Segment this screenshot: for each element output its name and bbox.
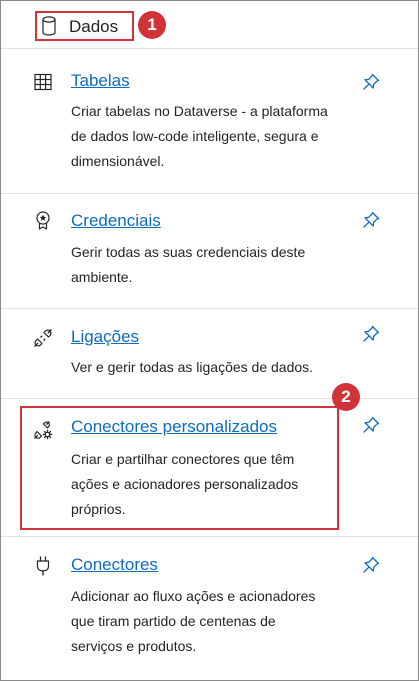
tabelas-description: Criar tabelas no Dataverse - a plataform… bbox=[71, 99, 351, 174]
annotation-badge-1: 1 bbox=[138, 11, 166, 39]
pin-icon[interactable] bbox=[361, 72, 381, 92]
description-line: que tiram partido de centenas de bbox=[71, 613, 276, 629]
pin-icon[interactable] bbox=[361, 210, 381, 230]
ligacoes-description: Ver e gerir todas as ligações de dados. bbox=[71, 355, 351, 380]
database-icon bbox=[42, 16, 56, 36]
conectores-personalizados-highlight-box bbox=[20, 406, 339, 530]
credential-badge-icon bbox=[33, 210, 53, 230]
list-item-ligacoes: Ligações Ver e gerir todas as ligações d… bbox=[1, 308, 418, 398]
description-line: Adicionar ao fluxo ações e acionadores bbox=[71, 588, 316, 604]
panel-title: Dados bbox=[69, 17, 119, 36]
description-line: ambiente. bbox=[71, 269, 133, 285]
list-item-tabelas: Tabelas Criar tabelas no Dataverse - a p… bbox=[1, 48, 418, 193]
connector-plug-icon bbox=[33, 556, 53, 576]
description-line: dimensionável. bbox=[71, 153, 165, 169]
list-item-credenciais: Credenciais Gerir todas as suas credenci… bbox=[1, 193, 418, 308]
conectores-link[interactable]: Conectores bbox=[71, 554, 158, 576]
pin-icon[interactable] bbox=[361, 324, 381, 344]
credenciais-description: Gerir todas as suas credenciais deste am… bbox=[71, 240, 351, 290]
conectores-description: Adicionar ao fluxo ações e acionadores q… bbox=[71, 584, 351, 659]
pin-icon[interactable] bbox=[361, 415, 381, 435]
table-grid-icon bbox=[33, 72, 53, 92]
annotation-badge-2: 2 bbox=[332, 383, 360, 411]
credenciais-link[interactable]: Credenciais bbox=[71, 210, 161, 232]
panel-header: Dados 1 bbox=[1, 1, 418, 48]
ligacoes-link[interactable]: Ligações bbox=[71, 326, 139, 348]
data-panel: Dados 1 Tabelas Criar tabelas no Dataver… bbox=[0, 0, 419, 681]
description-line: de dados low-code inteligente, segura e bbox=[71, 128, 319, 144]
description-line: Criar tabelas no Dataverse - a plataform… bbox=[71, 103, 328, 119]
plug-connection-icon bbox=[33, 328, 53, 348]
description-line: Ver e gerir todas as ligações de dados. bbox=[71, 359, 314, 375]
pin-icon[interactable] bbox=[361, 555, 381, 575]
tabelas-link[interactable]: Tabelas bbox=[71, 70, 130, 92]
description-line: Gerir todas as suas credenciais deste bbox=[71, 244, 306, 260]
description-line: serviços e produtos. bbox=[71, 638, 197, 654]
list-item-conectores: Conectores Adicionar ao fluxo ações e ac… bbox=[1, 536, 418, 680]
